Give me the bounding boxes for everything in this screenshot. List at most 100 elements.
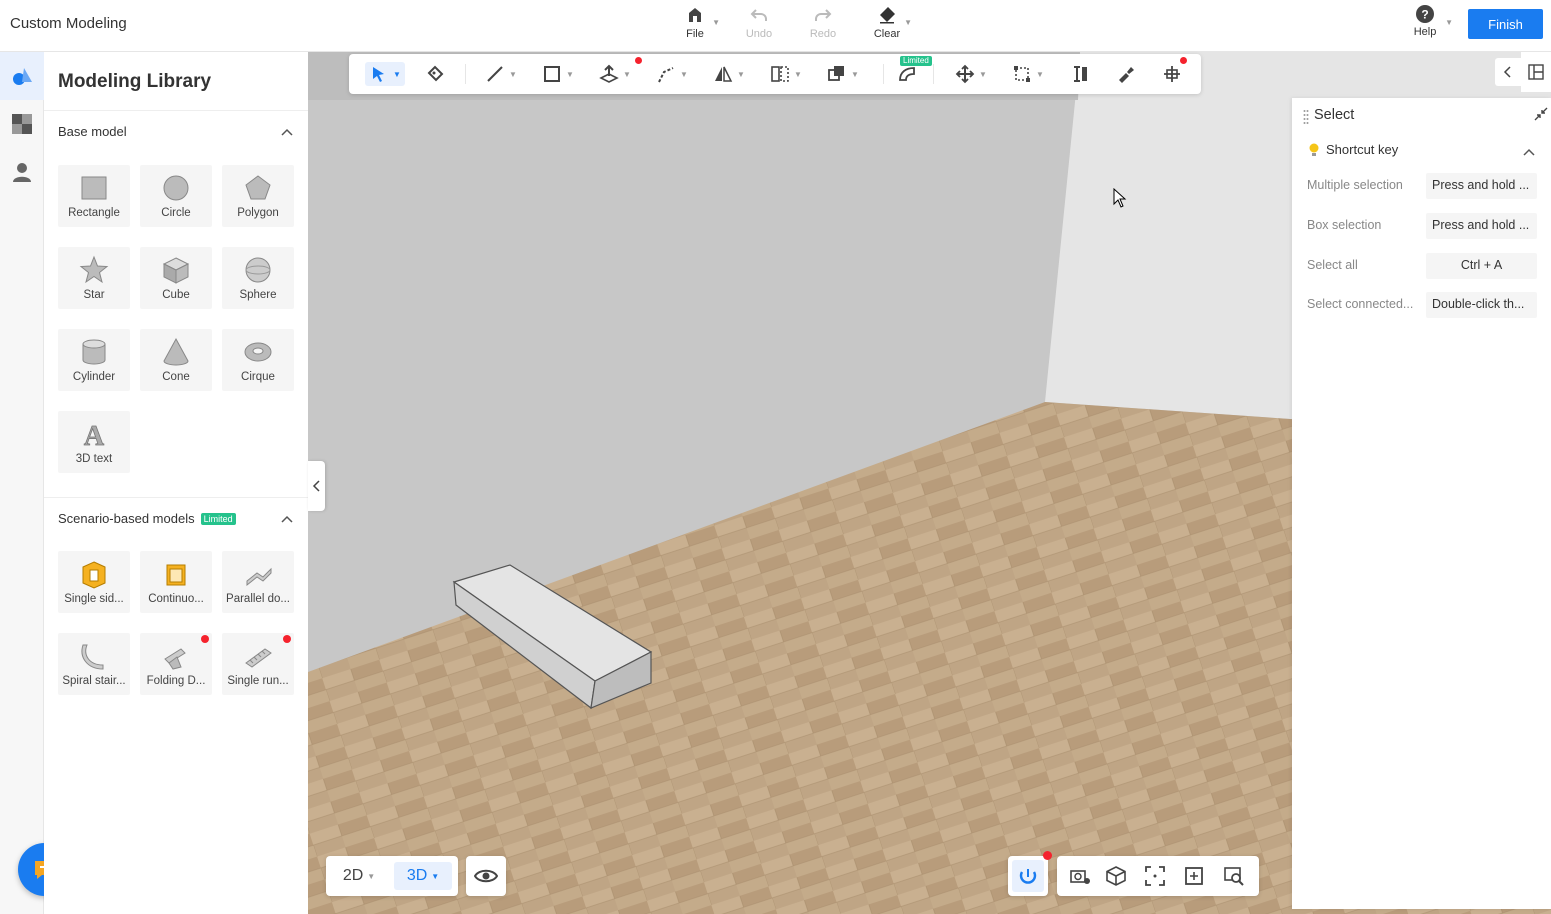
model-folding[interactable]: Folding D...: [140, 633, 212, 695]
chevron-left-icon: [312, 480, 320, 492]
view-2d-button[interactable]: 2D ▼: [334, 862, 384, 890]
help-button[interactable]: ? Help ▼: [1405, 4, 1453, 38]
new-indicator: [1043, 851, 1052, 860]
library-title: Modeling Library: [58, 71, 212, 92]
model-label: Polygon: [237, 207, 279, 219]
model-parallel-door[interactable]: Parallel do...: [222, 551, 294, 613]
model-label: Cylinder: [72, 371, 116, 383]
measure-tool[interactable]: [1070, 62, 1090, 86]
drag-handle-icon[interactable]: [1303, 109, 1309, 125]
fit-view-icon[interactable]: [1144, 865, 1166, 887]
chevron-up-icon[interactable]: [280, 125, 294, 139]
user-icon: [13, 163, 31, 182]
clear-button[interactable]: Clear ▼: [864, 4, 912, 40]
circle-icon: [163, 175, 189, 201]
shortcut-value: Press and hold ...: [1426, 213, 1537, 239]
model-cube[interactable]: Cube: [140, 247, 212, 309]
boolean-tool[interactable]: ▼: [827, 62, 859, 86]
zoom-region-icon[interactable]: [1183, 865, 1205, 887]
finish-button[interactable]: Finish: [1468, 9, 1543, 39]
collapse-right-panel-button[interactable]: [1495, 58, 1521, 86]
chevron-down-icon: ▼: [623, 69, 631, 79]
mouse-cursor-icon: [1113, 187, 1127, 208]
undo-button[interactable]: Undo: [736, 4, 782, 40]
select-tool[interactable]: ▼: [365, 62, 405, 86]
scenario-models-header[interactable]: Scenario-based models Limited: [58, 511, 236, 526]
camera-settings-icon[interactable]: [1069, 865, 1091, 887]
cube-view-icon[interactable]: [1105, 865, 1127, 887]
move-arrows-icon: [955, 64, 975, 84]
model-star[interactable]: Star: [58, 247, 130, 309]
model-label: Continuo...: [148, 593, 204, 605]
new-indicator: [1180, 57, 1187, 64]
collapse-arrows-icon[interactable]: [1534, 107, 1548, 121]
search-view-icon[interactable]: [1223, 865, 1245, 887]
line-tool[interactable]: ▼: [485, 62, 517, 86]
shortcut-value: Ctrl + A: [1426, 253, 1537, 279]
line-icon: [487, 66, 503, 82]
align-icon: [1164, 66, 1180, 82]
folding-stair-icon: [164, 648, 186, 670]
model-polygon[interactable]: Polygon: [222, 165, 294, 227]
model-cirque[interactable]: Cirque: [222, 329, 294, 391]
sphere-icon: [245, 257, 271, 283]
rail-modeling-library[interactable]: [0, 52, 44, 100]
model-continuous[interactable]: Continuo...: [140, 551, 212, 613]
boolean-icon: [828, 66, 844, 81]
shortcut-key-header[interactable]: Shortcut key: [1308, 142, 1398, 157]
rectangle-tool[interactable]: ▼: [542, 62, 574, 86]
divider: [44, 110, 308, 111]
scale-tool[interactable]: ▼: [1012, 62, 1044, 86]
model-cone[interactable]: Cone: [140, 329, 212, 391]
eye-icon: [474, 869, 498, 883]
move-tool[interactable]: ▼: [955, 62, 987, 86]
paint-tool[interactable]: [425, 62, 445, 86]
model-label: Parallel do...: [226, 593, 290, 605]
file-button[interactable]: File ▼: [672, 4, 720, 40]
model-spiral-stair[interactable]: Spiral stair...: [58, 633, 130, 695]
layout-toggle-button[interactable]: [1521, 52, 1551, 92]
model-label: Cirque: [241, 371, 275, 383]
chevron-up-icon[interactable]: [1522, 145, 1536, 159]
door-frame-icon: [82, 561, 106, 589]
mirror-tool[interactable]: ▼: [713, 62, 745, 86]
shortcut-value: Press and hold ...: [1426, 173, 1537, 199]
model-cylinder[interactable]: Cylinder: [58, 329, 130, 391]
chevron-up-icon[interactable]: [280, 512, 294, 526]
rail-materials[interactable]: [0, 100, 44, 148]
clear-label: Clear: [873, 28, 901, 40]
model-sphere[interactable]: Sphere: [222, 247, 294, 309]
align-tool[interactable]: [1162, 62, 1182, 86]
divider: [465, 64, 466, 84]
model-single-side[interactable]: Single sid...: [58, 551, 130, 613]
help-label: Help: [1413, 26, 1437, 38]
chevron-down-icon: ▼: [712, 18, 720, 27]
model-circle[interactable]: Circle: [140, 165, 212, 227]
array-tool[interactable]: ▼: [770, 62, 802, 86]
snap-settings-tool[interactable]: [1116, 62, 1136, 86]
surface-tool[interactable]: [897, 62, 917, 86]
model-3d-text[interactable]: A 3D text: [58, 411, 130, 473]
top-bar: Custom Modeling File ▼ Undo Redo Clear ▼…: [0, 0, 1551, 52]
model-label: Sphere: [239, 289, 277, 301]
follow-me-tool[interactable]: ▼: [656, 62, 688, 86]
cylinder-icon: [82, 339, 106, 365]
redo-button[interactable]: Redo: [800, 4, 846, 40]
redo-label: Redo: [809, 28, 837, 40]
collapse-library-button[interactable]: [308, 461, 325, 511]
chevron-down-icon: ▼: [393, 69, 401, 79]
model-label: Spiral stair...: [62, 675, 126, 687]
model-label: Single sid...: [64, 593, 124, 605]
continuous-frame-icon: [166, 564, 186, 586]
view-3d-button[interactable]: 3D ▼: [394, 862, 452, 890]
push-pull-icon: [599, 64, 619, 83]
magnet-snap-button[interactable]: [1008, 856, 1048, 896]
rail-user-models[interactable]: [0, 148, 44, 196]
model-single-run[interactable]: Single run...: [222, 633, 294, 695]
base-model-header[interactable]: Base model: [58, 124, 127, 139]
visibility-button[interactable]: [466, 856, 506, 896]
parallel-stair-icon: [246, 567, 272, 587]
push-pull-tool[interactable]: ▼: [599, 62, 631, 86]
magnet-icon: [1019, 869, 1037, 884]
model-rectangle[interactable]: Rectangle: [58, 165, 130, 227]
